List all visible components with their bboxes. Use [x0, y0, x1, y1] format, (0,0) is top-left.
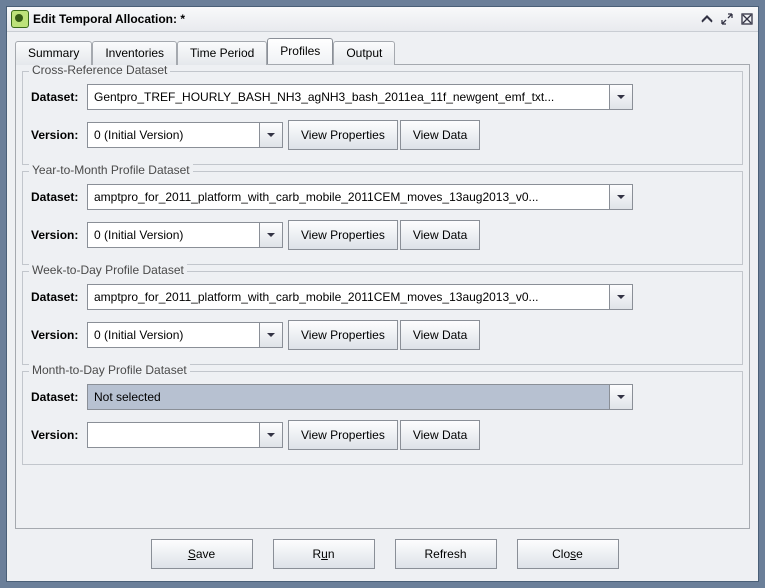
version-label: Version:: [31, 328, 87, 342]
dataset-dropdown[interactable]: amptpro_for_2011_platform_with_carb_mobi…: [87, 184, 633, 210]
title-bar: Edit Temporal Allocation: *: [7, 7, 758, 32]
chevron-down-icon: [609, 85, 632, 109]
version-value: 0 (Initial Version): [88, 123, 259, 147]
dataset-dropdown[interactable]: Not selected: [87, 384, 633, 410]
window: Edit Temporal Allocation: * Summary Inve…: [6, 6, 759, 582]
view-data-button[interactable]: View Data: [400, 320, 480, 350]
mnemonic: u: [321, 547, 328, 561]
tab-profiles[interactable]: Profiles: [267, 38, 333, 64]
dataset-label: Dataset:: [31, 90, 87, 104]
minimize-icon[interactable]: [700, 12, 714, 26]
tab-output[interactable]: Output: [333, 41, 395, 65]
version-value: 0 (Initial Version): [88, 223, 259, 247]
view-properties-button[interactable]: View Properties: [288, 120, 398, 150]
dataset-label: Dataset:: [31, 390, 87, 404]
tab-time-period[interactable]: Time Period: [177, 41, 267, 65]
view-data-button[interactable]: View Data: [400, 220, 480, 250]
group-cross-reference: Cross-Reference Dataset Dataset: Gentpro…: [22, 71, 743, 165]
view-data-button[interactable]: View Data: [400, 420, 480, 450]
mnemonic: s: [570, 547, 576, 561]
version-value: [88, 423, 259, 447]
version-dropdown[interactable]: 0 (Initial Version): [87, 322, 283, 348]
refresh-button[interactable]: Refresh: [395, 539, 497, 569]
mnemonic: S: [188, 547, 196, 561]
dataset-dropdown[interactable]: Gentpro_TREF_HOURLY_BASH_NH3_agNH3_bash_…: [87, 84, 633, 110]
dataset-value: Not selected: [88, 385, 609, 409]
view-properties-button[interactable]: View Properties: [288, 320, 398, 350]
chevron-down-icon: [259, 223, 282, 247]
version-dropdown[interactable]: [87, 422, 283, 448]
version-label: Version:: [31, 128, 87, 142]
window-controls: [700, 12, 754, 26]
group-year-to-month: Year-to-Month Profile Dataset Dataset: a…: [22, 171, 743, 265]
dataset-value: Gentpro_TREF_HOURLY_BASH_NH3_agNH3_bash_…: [88, 85, 609, 109]
group-month-to-day: Month-to-Day Profile Dataset Dataset: No…: [22, 371, 743, 465]
chevron-down-icon: [609, 385, 632, 409]
version-label: Version:: [31, 428, 87, 442]
window-content: Summary Inventories Time Period Profiles…: [7, 32, 758, 581]
tab-panel-profiles: Cross-Reference Dataset Dataset: Gentpro…: [15, 64, 750, 529]
view-data-button[interactable]: View Data: [400, 120, 480, 150]
dataset-value: amptpro_for_2011_platform_with_carb_mobi…: [88, 285, 609, 309]
group-title: Week-to-Day Profile Dataset: [29, 263, 187, 277]
chevron-down-icon: [609, 285, 632, 309]
dataset-label: Dataset:: [31, 190, 87, 204]
run-button[interactable]: Run: [273, 539, 375, 569]
tab-summary[interactable]: Summary: [15, 41, 92, 65]
dataset-label: Dataset:: [31, 290, 87, 304]
chevron-down-icon: [259, 123, 282, 147]
version-value: 0 (Initial Version): [88, 323, 259, 347]
chevron-down-icon: [259, 323, 282, 347]
group-title: Cross-Reference Dataset: [29, 64, 170, 77]
tab-inventories[interactable]: Inventories: [92, 41, 177, 65]
chevron-down-icon: [259, 423, 282, 447]
maximize-icon[interactable]: [720, 12, 734, 26]
version-label: Version:: [31, 228, 87, 242]
dataset-dropdown[interactable]: amptpro_for_2011_platform_with_carb_mobi…: [87, 284, 633, 310]
button-bar: Save Run Refresh Close: [15, 529, 750, 573]
close-icon[interactable]: [740, 12, 754, 26]
chevron-down-icon: [609, 185, 632, 209]
window-title: Edit Temporal Allocation: *: [33, 12, 700, 26]
save-button[interactable]: Save: [151, 539, 253, 569]
group-title: Year-to-Month Profile Dataset: [29, 163, 193, 177]
close-button[interactable]: Close: [517, 539, 619, 569]
version-dropdown[interactable]: 0 (Initial Version): [87, 222, 283, 248]
group-week-to-day: Week-to-Day Profile Dataset Dataset: amp…: [22, 271, 743, 365]
tab-strip: Summary Inventories Time Period Profiles…: [15, 40, 750, 64]
version-dropdown[interactable]: 0 (Initial Version): [87, 122, 283, 148]
group-title: Month-to-Day Profile Dataset: [29, 363, 190, 377]
dataset-value: amptpro_for_2011_platform_with_carb_mobi…: [88, 185, 609, 209]
view-properties-button[interactable]: View Properties: [288, 420, 398, 450]
app-icon: [11, 10, 29, 28]
view-properties-button[interactable]: View Properties: [288, 220, 398, 250]
